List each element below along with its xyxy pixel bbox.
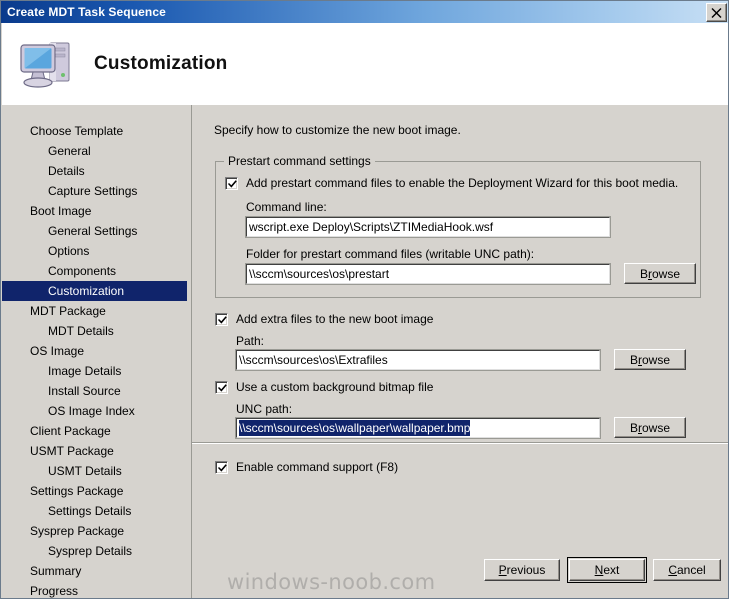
sidebar-item-summary[interactable]: Summary: [2, 561, 191, 581]
use-custom-background-checkbox[interactable]: [215, 380, 228, 394]
browse-prestart-folder-button[interactable]: Browse: [624, 263, 696, 284]
previous-button[interactable]: Previous: [484, 559, 560, 581]
sidebar-item-mdt-details[interactable]: MDT Details: [2, 321, 191, 341]
add-prestart-command-label: Add prestart command files to enable the…: [246, 176, 679, 190]
close-icon: [711, 7, 722, 18]
previous-button-label: Previous: [498, 563, 546, 577]
sidebar-item-components[interactable]: Components: [2, 261, 191, 281]
checkmark-icon: [218, 463, 227, 472]
checkmark-icon: [218, 315, 227, 324]
sidebar-item-usmt-package[interactable]: USMT Package: [2, 441, 191, 461]
sidebar-item-customization[interactable]: Customization: [2, 281, 187, 301]
use-custom-background-checkbox-row[interactable]: Use a custom background bitmap file: [215, 380, 433, 394]
sidebar-item-capture-settings[interactable]: Capture Settings: [2, 181, 191, 201]
command-line-label: Command line:: [246, 200, 327, 214]
prestart-folder-label: Folder for prestart command files (writa…: [246, 247, 535, 261]
title-bar: Create MDT Task Sequence: [1, 1, 728, 23]
sidebar-item-os-image[interactable]: OS Image: [2, 341, 191, 361]
add-prestart-command-checkbox-row[interactable]: Add prestart command files to enable the…: [225, 176, 678, 190]
enable-command-support-checkbox-row[interactable]: Enable command support (F8): [215, 460, 398, 474]
sidebar-item-boot-image[interactable]: Boot Image: [2, 201, 191, 221]
sidebar-item-settings-details[interactable]: Settings Details: [2, 501, 191, 521]
site-watermark: windows-noob.com: [227, 570, 436, 594]
sidebar-item-sysprep-package[interactable]: Sysprep Package: [2, 521, 191, 541]
wizard-content: Specify how to customize the new boot im…: [193, 105, 728, 598]
bitmap-unc-input[interactable]: \\sccm\sources\os\wallpaper\wallpaper.bm…: [235, 417, 601, 439]
next-button[interactable]: Next: [567, 557, 647, 583]
browse-bitmap-label: Browse: [629, 420, 671, 435]
sidebar-item-details[interactable]: Details: [2, 161, 191, 181]
add-extra-files-checkbox-row[interactable]: Add extra files to the new boot image: [215, 312, 433, 326]
sidebar-item-client-package[interactable]: Client Package: [2, 421, 191, 441]
browse-prestart-folder-label: Browse: [639, 266, 681, 281]
sidebar-item-general[interactable]: General: [2, 141, 191, 161]
page-title: Customization: [94, 53, 228, 74]
bitmap-unc-label: UNC path:: [236, 402, 293, 416]
sidebar-item-sysprep-details[interactable]: Sysprep Details: [2, 541, 191, 561]
command-line-value: wscript.exe Deploy\Scripts\ZTIMediaHook.…: [249, 220, 494, 234]
wizard-window: Create MDT Task Sequence Customization C…: [0, 0, 729, 599]
extra-files-path-value: \\sccm\sources\os\Extrafiles: [239, 353, 388, 367]
instruction-text: Specify how to customize the new boot im…: [214, 123, 461, 137]
checkmark-icon: [228, 179, 237, 188]
sidebar-item-install-source[interactable]: Install Source: [2, 381, 191, 401]
sidebar-item-options[interactable]: Options: [2, 241, 191, 261]
close-button[interactable]: [706, 2, 727, 22]
add-prestart-command-checkbox[interactable]: [225, 176, 238, 190]
next-button-label: Next: [594, 563, 620, 577]
extra-files-path-input[interactable]: \\sccm\sources\os\Extrafiles: [235, 349, 601, 371]
bitmap-unc-value: \\sccm\sources\os\wallpaper\wallpaper.bm…: [239, 420, 471, 436]
computer-icon: [16, 35, 78, 93]
use-custom-background-label: Use a custom background bitmap file: [236, 380, 434, 394]
wizard-header: Customization: [2, 23, 728, 105]
prestart-folder-input[interactable]: \\sccm\sources\os\prestart: [245, 263, 611, 285]
sidebar-item-choose-template[interactable]: Choose Template: [2, 121, 191, 141]
sidebar-item-settings-package[interactable]: Settings Package: [2, 481, 191, 501]
prestart-folder-value: \\sccm\sources\os\prestart: [249, 267, 390, 281]
add-extra-files-checkbox[interactable]: [215, 312, 228, 326]
footer-divider: [192, 442, 728, 444]
browse-bitmap-button[interactable]: Browse: [614, 417, 686, 438]
extra-files-path-label: Path:: [236, 334, 265, 348]
prestart-command-settings-group: Prestart command settings Add prestart c…: [215, 154, 701, 298]
groupbox-title: Prestart command settings: [224, 154, 375, 168]
sidebar-item-image-details[interactable]: Image Details: [2, 361, 191, 381]
browse-extra-files-label: Browse: [629, 352, 671, 367]
sidebar-item-usmt-details[interactable]: USMT Details: [2, 461, 191, 481]
enable-command-support-label: Enable command support (F8): [236, 460, 399, 474]
sidebar-item-progress[interactable]: Progress: [2, 581, 191, 598]
window-title: Create MDT Task Sequence: [7, 5, 166, 19]
cancel-button-label: Cancel: [668, 563, 706, 577]
wizard-body: Choose Template General Details Capture …: [2, 105, 728, 598]
add-extra-files-label: Add extra files to the new boot image: [236, 312, 434, 326]
cancel-button[interactable]: Cancel: [653, 559, 721, 581]
wizard-step-nav: Choose Template General Details Capture …: [2, 105, 192, 598]
enable-command-support-checkbox[interactable]: [215, 460, 228, 474]
sidebar-item-mdt-package[interactable]: MDT Package: [2, 301, 191, 321]
checkmark-icon: [218, 383, 227, 392]
sidebar-item-general-settings[interactable]: General Settings: [2, 221, 191, 241]
command-line-input[interactable]: wscript.exe Deploy\Scripts\ZTIMediaHook.…: [245, 216, 611, 238]
sidebar-item-os-image-index[interactable]: OS Image Index: [2, 401, 191, 421]
browse-extra-files-button[interactable]: Browse: [614, 349, 686, 370]
